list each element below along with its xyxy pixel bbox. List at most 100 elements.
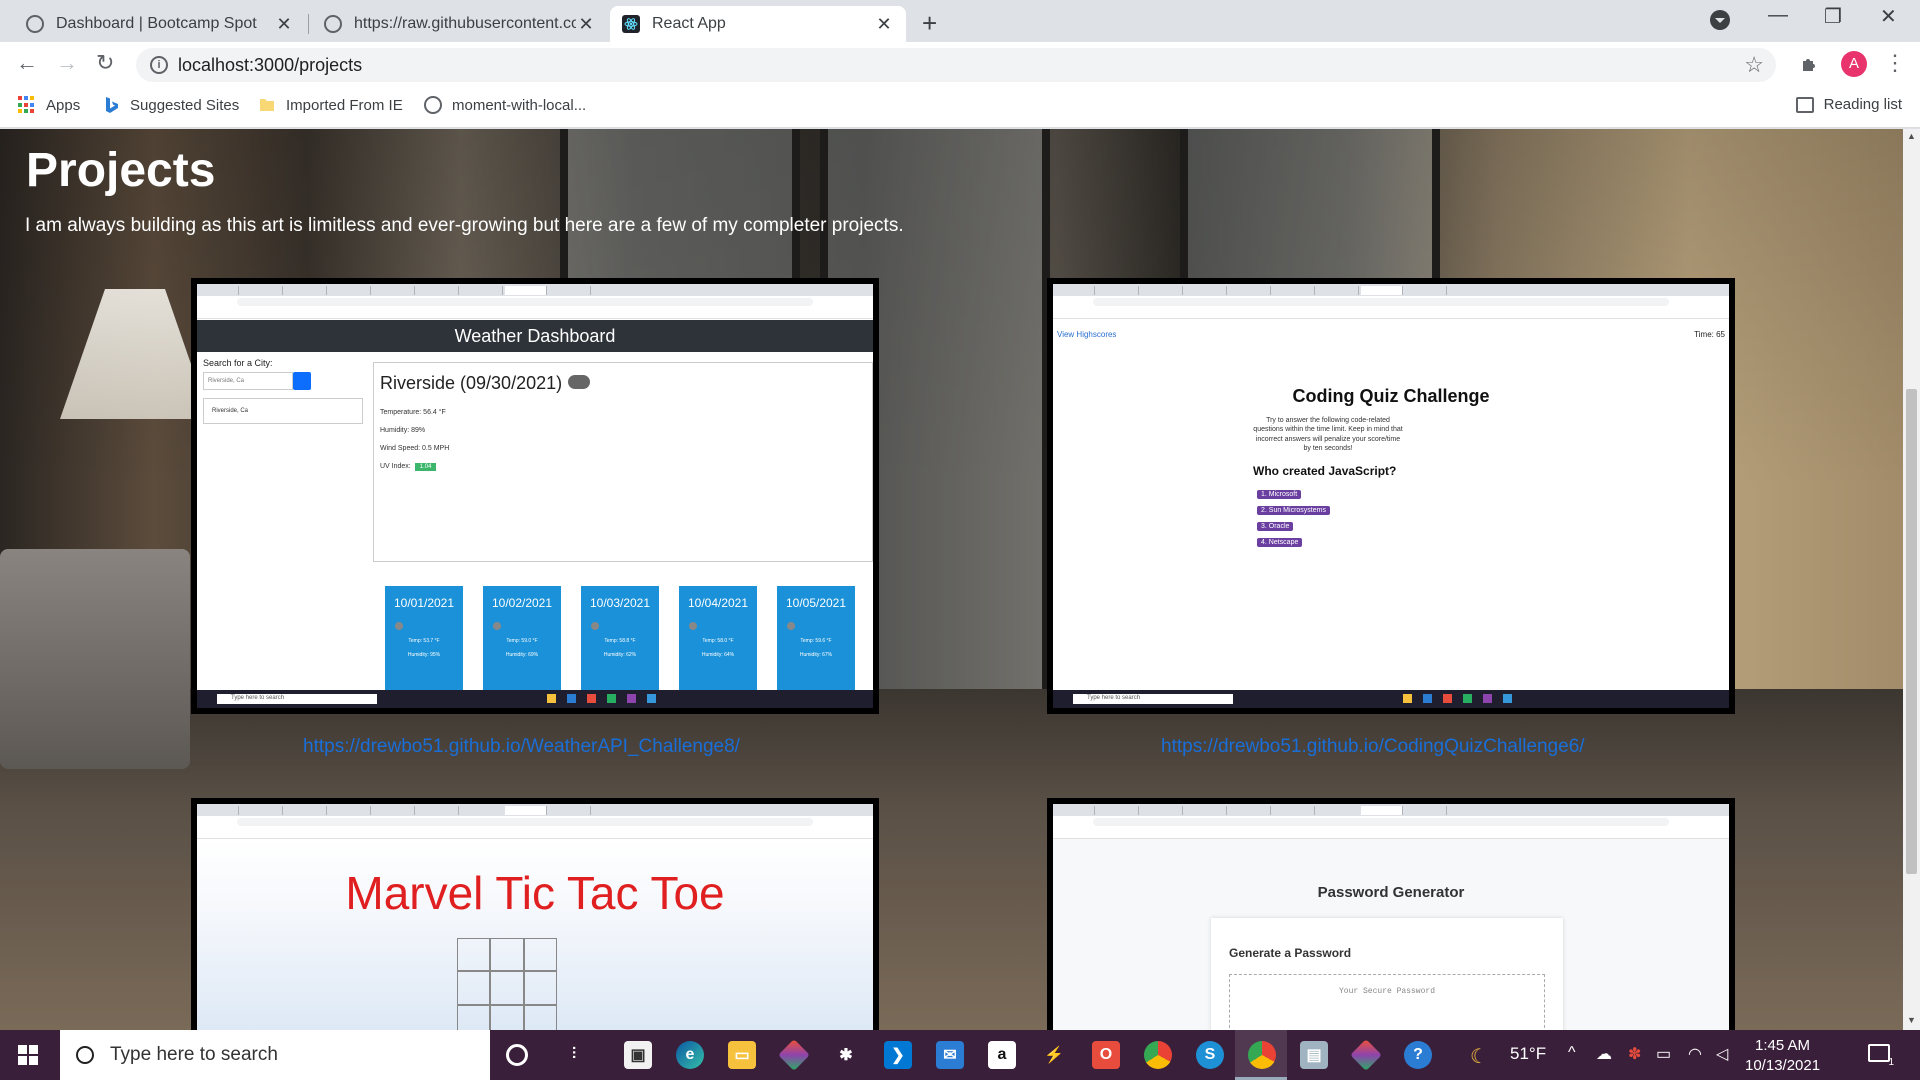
bookmark-apps[interactable]: Apps <box>18 96 80 114</box>
notepad-icon[interactable]: ▤ <box>1300 1041 1328 1069</box>
quiz-timer: Time: 65 <box>1694 330 1725 339</box>
scroll-up-icon[interactable]: ▲ <box>1907 131 1916 141</box>
tab-title: Dashboard | Bootcamp Spot <box>56 15 257 32</box>
scroll-down-icon[interactable]: ▼ <box>1907 1015 1916 1025</box>
wifi-icon[interactable]: ◠ <box>1688 1044 1702 1064</box>
bookmark-suggested-sites[interactable]: Suggested Sites <box>102 96 239 114</box>
close-tab-icon[interactable]: ✕ <box>874 14 894 35</box>
chrome-icon[interactable] <box>1144 1041 1172 1069</box>
close-tab-icon[interactable]: ✕ <box>274 14 294 35</box>
reading-list-icon <box>1795 96 1814 113</box>
mail-icon[interactable]: ✉ <box>936 1041 964 1069</box>
battery-icon[interactable]: ▭ <box>1656 1044 1671 1064</box>
weather-header: Weather Dashboard <box>197 320 873 352</box>
tab-search-icon[interactable] <box>1710 10 1730 30</box>
address-bar[interactable]: i localhost:3000/projects ☆ <box>136 48 1776 82</box>
weather-icon <box>689 622 697 630</box>
show-hidden-icons[interactable]: ^ <box>1568 1044 1576 1062</box>
forecast-temp: Temp: 59.0 °F <box>506 638 538 644</box>
uv-label: UV Index: <box>380 463 411 470</box>
back-icon[interactable]: ← <box>16 50 38 76</box>
bookmark-label: Imported From IE <box>286 96 403 114</box>
password-card-title: Generate a Password <box>1229 946 1352 960</box>
forecast-humidity: Humidity: 64% <box>701 652 735 658</box>
taskbar-search-box[interactable]: Type here to search <box>60 1030 490 1080</box>
project-screenshot-password: Password Generator Generate a Password Y… <box>1047 798 1735 1030</box>
page-scrollbar[interactable]: ▲ ▼ <box>1903 129 1920 1030</box>
mini-tab-strip <box>197 804 873 816</box>
bookmark-star-icon[interactable]: ☆ <box>1744 52 1764 78</box>
forecast-card: 10/05/2021 Temp: 59.6 °F Humidity: 67% <box>777 586 855 690</box>
bookmark-label: moment-with-local... <box>452 96 587 114</box>
onedrive-icon[interactable]: ☁ <box>1596 1044 1612 1064</box>
page-viewport: Projects I am always building as this ar… <box>0 129 1920 1030</box>
edge-icon[interactable]: e <box>676 1041 704 1069</box>
file-explorer-icon[interactable]: ▭ <box>728 1041 756 1069</box>
project-screenshot-tictactoe: Marvel Tic Tac Toe <box>191 798 879 1030</box>
extensions-puzzle-icon[interactable] <box>1800 53 1820 73</box>
url-text[interactable]: localhost:3000/projects <box>178 55 362 76</box>
site-info-icon[interactable]: i <box>150 56 168 74</box>
tab-raw-github[interactable]: https://raw.githubusercontent.co ✕ <box>312 6 608 42</box>
notification-center-icon[interactable]: 1 <box>1868 1044 1894 1068</box>
profile-avatar[interactable]: A <box>1841 51 1867 77</box>
globe-icon <box>324 15 342 33</box>
bookmark-moment-with-local[interactable]: moment-with-local... <box>424 96 586 114</box>
project-link-quiz[interactable]: https://drewbo51.github.io/CodingQuizCha… <box>1161 736 1585 758</box>
gitkraken-icon[interactable] <box>778 1039 810 1071</box>
vscode-icon[interactable]: ❯ <box>884 1041 912 1069</box>
lightning-icon[interactable]: ⚡ <box>1040 1041 1068 1069</box>
mini-bookmarks-bar <box>197 828 873 839</box>
task-view-icon[interactable]: ⫶ <box>560 1041 588 1069</box>
mini-tab-strip <box>1053 804 1729 816</box>
reading-list-button[interactable]: Reading list <box>1795 96 1902 113</box>
quiz-option: 4. Netscape <box>1257 538 1303 547</box>
close-window-button[interactable]: ✕ <box>1880 4 1897 29</box>
page-intro: I am always building as this art is limi… <box>25 215 904 236</box>
browser-toolbar: ← → ↻ i localhost:3000/projects ☆ A ⋮ <box>0 42 1920 88</box>
tab-bootcamp-spot[interactable]: Dashboard | Bootcamp Spot ✕ <box>14 6 306 42</box>
current-city: Riverside (09/30/2021) <box>380 373 591 394</box>
cloud-icon <box>568 375 591 389</box>
quiz-question: Who created JavaScript? <box>1253 464 1397 478</box>
project-link-weather[interactable]: https://drewbo51.github.io/WeatherAPI_Ch… <box>303 736 740 758</box>
cortana-icon[interactable] <box>506 1044 528 1066</box>
skype-icon[interactable]: S <box>1196 1041 1224 1069</box>
bing-icon <box>106 97 118 113</box>
forecast-card: 10/01/2021 Temp: 53.7 °F Humidity: 95% <box>385 586 463 690</box>
bookmark-imported-from-ie[interactable]: Imported From IE <box>258 96 403 114</box>
office-icon[interactable]: O <box>1092 1041 1120 1069</box>
windows-start-icon[interactable] <box>18 1045 38 1065</box>
help-icon[interactable]: ? <box>1404 1041 1432 1069</box>
city-search-input: Riverside, Ca <box>203 372 293 390</box>
taskbar-clock[interactable]: 1:45 AM 10/13/2021 <box>1745 1036 1820 1076</box>
search-icon <box>76 1046 94 1064</box>
amazon-icon[interactable]: a <box>988 1041 1016 1069</box>
forward-icon[interactable]: → <box>56 50 78 76</box>
scrollbar-thumb[interactable] <box>1906 389 1917 874</box>
mini-taskbar: Type here to search <box>197 690 873 708</box>
reload-icon[interactable]: ↻ <box>96 50 114 76</box>
forecast-date: 10/05/2021 <box>785 596 847 610</box>
menu-icon[interactable]: ⋮ <box>1884 50 1906 76</box>
store-icon[interactable]: ▣ <box>624 1041 652 1069</box>
quiz-option: 2. Sun Microsystems <box>1257 506 1330 515</box>
maximize-button[interactable]: ❐ <box>1824 4 1842 29</box>
minimize-button[interactable]: — <box>1768 4 1788 27</box>
forecast-date: 10/04/2021 <box>687 596 749 610</box>
tab-title: React App <box>652 15 726 32</box>
chrome-active-icon[interactable] <box>1248 1041 1276 1069</box>
new-tab-button[interactable]: + <box>922 8 937 39</box>
volume-icon[interactable]: ◁ <box>1716 1044 1728 1064</box>
weather-moon-icon[interactable]: ☾ <box>1470 1044 1488 1069</box>
tab-react-app[interactable]: React App ✕ <box>610 6 906 42</box>
mini-address-bar <box>197 296 873 308</box>
background-lamp <box>60 289 210 419</box>
mini-address-bar <box>1053 816 1729 828</box>
slack-icon[interactable]: ✱ <box>832 1041 860 1069</box>
password-card: Generate a Password Your Secure Password <box>1211 918 1563 1030</box>
close-tab-icon[interactable]: ✕ <box>576 14 596 35</box>
tray-app-icon[interactable]: ✽ <box>1628 1044 1641 1064</box>
gitkraken-icon[interactable] <box>1350 1039 1382 1071</box>
weather-temperature[interactable]: 51°F <box>1510 1044 1546 1064</box>
